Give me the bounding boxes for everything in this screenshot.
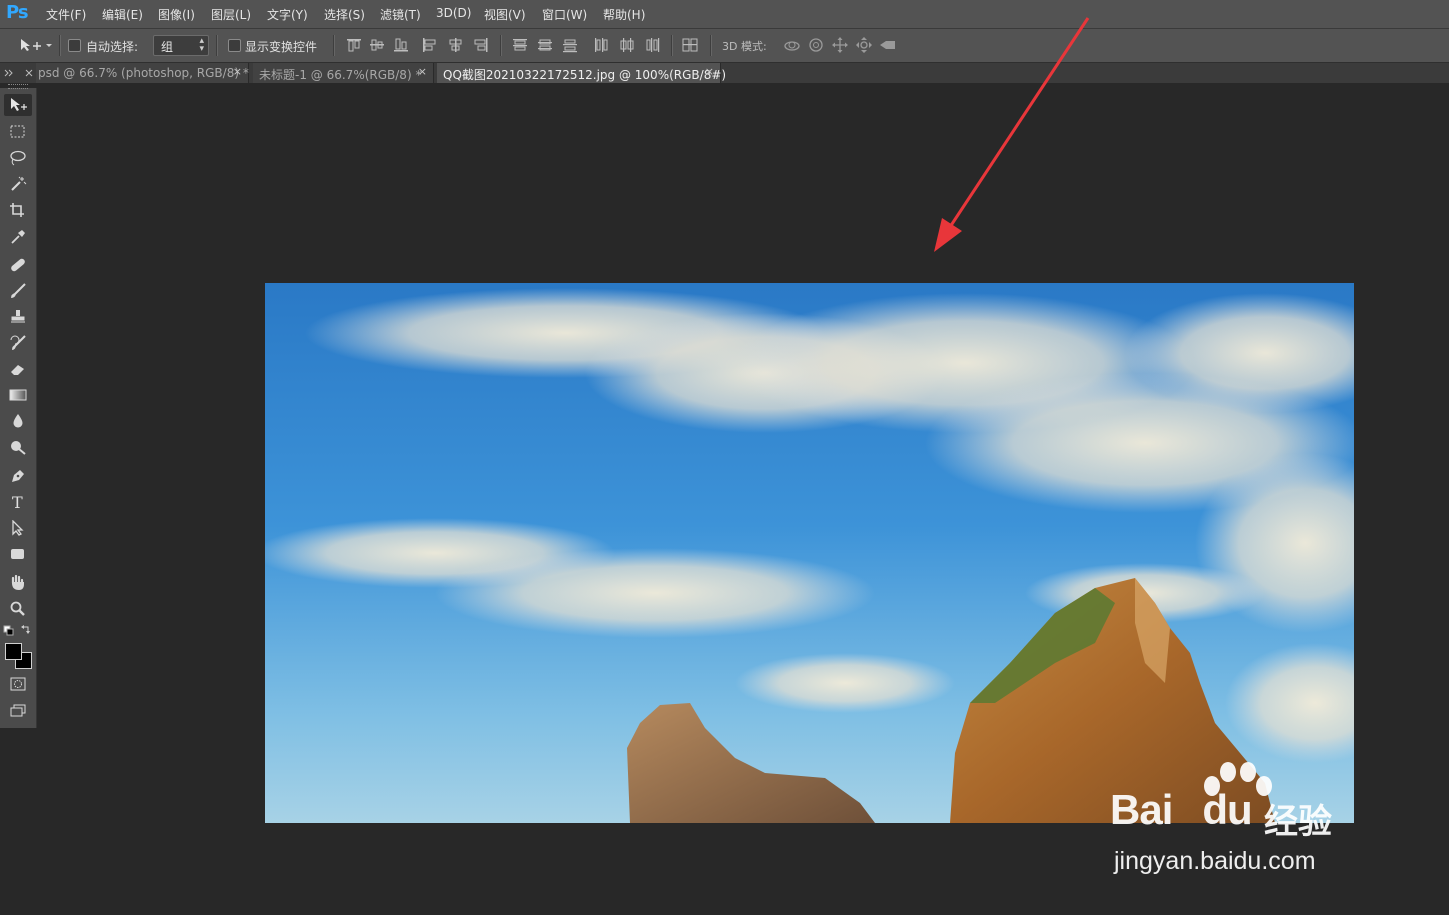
tab-psd-label: psd @ 66.7% (photoshop, RGB/8) * bbox=[38, 66, 249, 80]
menu-filter[interactable]: 滤镜(T) bbox=[380, 6, 421, 23]
tab-untitled-1[interactable]: 未标题-1 @ 66.7%(RGB/8) * × bbox=[253, 63, 434, 83]
dodge-tool[interactable] bbox=[4, 436, 32, 458]
auto-align-layers-icon[interactable] bbox=[680, 36, 700, 54]
menu-edit[interactable]: 编辑(E) bbox=[102, 6, 143, 23]
align-left-edges-icon[interactable] bbox=[420, 36, 440, 54]
options-bar: 自动选择: 组 ▴ ▾ 显示变换控件 3D 模式: bbox=[0, 29, 1449, 63]
foreground-color-swatch[interactable] bbox=[5, 643, 22, 660]
toolbar-grip[interactable] bbox=[8, 84, 28, 89]
distribute-bottom-edges-icon[interactable] bbox=[560, 36, 580, 54]
align-vertical-centers-icon[interactable] bbox=[367, 36, 387, 54]
svg-text:T: T bbox=[12, 494, 23, 510]
hand-tool[interactable] bbox=[4, 572, 32, 594]
gradient-tool[interactable] bbox=[4, 384, 32, 406]
tab-psd-close-icon[interactable]: × bbox=[233, 65, 242, 78]
screen-mode-tool[interactable] bbox=[4, 700, 32, 722]
align-right-edges-icon[interactable] bbox=[471, 36, 491, 54]
menu-bar: Ps 文件(F) 编辑(E) 图像(I) 图层(L) 文字(Y) 选择(S) 滤… bbox=[0, 0, 1449, 29]
menu-type[interactable]: 文字(Y) bbox=[267, 6, 308, 23]
auto-select-dropdown[interactable]: 组 ▴ ▾ bbox=[153, 35, 209, 56]
tab-psd[interactable]: psd @ 66.7% (photoshop, RGB/8) * × bbox=[36, 63, 249, 83]
auto-select-label: 自动选择: bbox=[86, 40, 139, 54]
3d-rotate-icon[interactable] bbox=[782, 36, 802, 54]
healing-brush-tool[interactable] bbox=[4, 254, 32, 276]
distribute-right-edges-icon[interactable] bbox=[642, 36, 662, 54]
show-transform-label: 显示变换控件 bbox=[245, 40, 318, 54]
magic-wand-tool[interactable] bbox=[4, 173, 32, 195]
tab-qq-screenshot[interactable]: QQ截图20210322172512.jpg @ 100%(RGB/8#) × bbox=[437, 63, 726, 83]
blur-tool[interactable] bbox=[4, 410, 32, 432]
menu-3d[interactable]: 3D(D) bbox=[436, 6, 471, 20]
pen-tool[interactable] bbox=[4, 465, 32, 487]
tab-untitled-1-label: 未标题-1 @ 66.7%(RGB/8) * bbox=[259, 68, 422, 82]
tools-panel: T bbox=[0, 84, 37, 728]
jingyan-url-text: jingyan.baidu.com bbox=[1114, 847, 1316, 875]
align-horizontal-centers-icon[interactable] bbox=[446, 36, 466, 54]
tab-qq-screenshot-label: QQ截图20210322172512.jpg @ 100%(RGB/8#) bbox=[443, 68, 727, 82]
photoshop-logo: Ps bbox=[6, 2, 29, 23]
distribute-top-edges-icon[interactable] bbox=[510, 36, 530, 54]
tab-qq-screenshot-close-icon[interactable]: × bbox=[705, 65, 714, 78]
menu-select[interactable]: 选择(S) bbox=[324, 6, 365, 23]
show-transform-checkbox[interactable] bbox=[228, 39, 241, 52]
history-brush-tool[interactable] bbox=[4, 332, 32, 354]
document-canvas[interactable] bbox=[265, 283, 1354, 823]
document-tab-bar: psd @ 66.7% (photoshop, RGB/8) * × 未标题-1… bbox=[0, 63, 1449, 83]
3d-pan-icon[interactable] bbox=[830, 36, 850, 54]
landscape-photo bbox=[265, 283, 1354, 823]
auto-select-value: 组 bbox=[161, 40, 174, 54]
menu-file[interactable]: 文件(F) bbox=[46, 6, 86, 23]
marquee-tool[interactable] bbox=[4, 121, 32, 143]
default-colors-icon[interactable] bbox=[3, 624, 33, 636]
path-selection-tool[interactable] bbox=[4, 517, 32, 539]
jingyan-text: 经验 bbox=[1264, 802, 1332, 842]
brush-tool[interactable] bbox=[4, 280, 32, 302]
3d-slide-icon[interactable] bbox=[854, 36, 874, 54]
distribute-vertical-centers-icon[interactable] bbox=[535, 36, 555, 54]
menu-view[interactable]: 视图(V) bbox=[484, 6, 526, 23]
3d-scale-icon[interactable] bbox=[878, 36, 898, 54]
eyedropper-tool[interactable] bbox=[4, 226, 32, 248]
move-tool[interactable] bbox=[4, 94, 32, 116]
dropdown-arrows-icon: ▴ ▾ bbox=[199, 36, 204, 54]
3d-mode-label: 3D 模式: bbox=[722, 40, 767, 53]
type-tool[interactable]: T bbox=[4, 491, 32, 513]
lasso-tool[interactable] bbox=[4, 147, 32, 169]
baidu-brand-text: Bai du bbox=[1110, 786, 1253, 833]
tab-untitled-1-close-icon[interactable]: × bbox=[418, 65, 427, 78]
menu-window[interactable]: 窗口(W) bbox=[542, 6, 587, 23]
menu-layer[interactable]: 图层(L) bbox=[211, 6, 251, 23]
distribute-horizontal-centers-icon[interactable] bbox=[617, 36, 637, 54]
rectangle-tool[interactable] bbox=[4, 543, 32, 565]
clone-stamp-tool[interactable] bbox=[4, 306, 32, 328]
menu-help[interactable]: 帮助(H) bbox=[603, 6, 645, 23]
menu-image[interactable]: 图像(I) bbox=[158, 6, 195, 23]
panel-collapse-icon[interactable] bbox=[3, 68, 33, 78]
zoom-tool[interactable] bbox=[4, 598, 32, 620]
crop-tool[interactable] bbox=[4, 199, 32, 221]
distribute-left-edges-icon[interactable] bbox=[592, 36, 612, 54]
3d-roll-icon[interactable] bbox=[806, 36, 826, 54]
move-tool-preset-icon[interactable] bbox=[8, 36, 56, 54]
quick-mask-tool[interactable] bbox=[4, 673, 32, 695]
align-top-edges-icon[interactable] bbox=[344, 36, 364, 54]
auto-select-checkbox[interactable] bbox=[68, 39, 81, 52]
align-bottom-edges-icon[interactable] bbox=[391, 36, 411, 54]
eraser-tool[interactable] bbox=[4, 358, 32, 380]
